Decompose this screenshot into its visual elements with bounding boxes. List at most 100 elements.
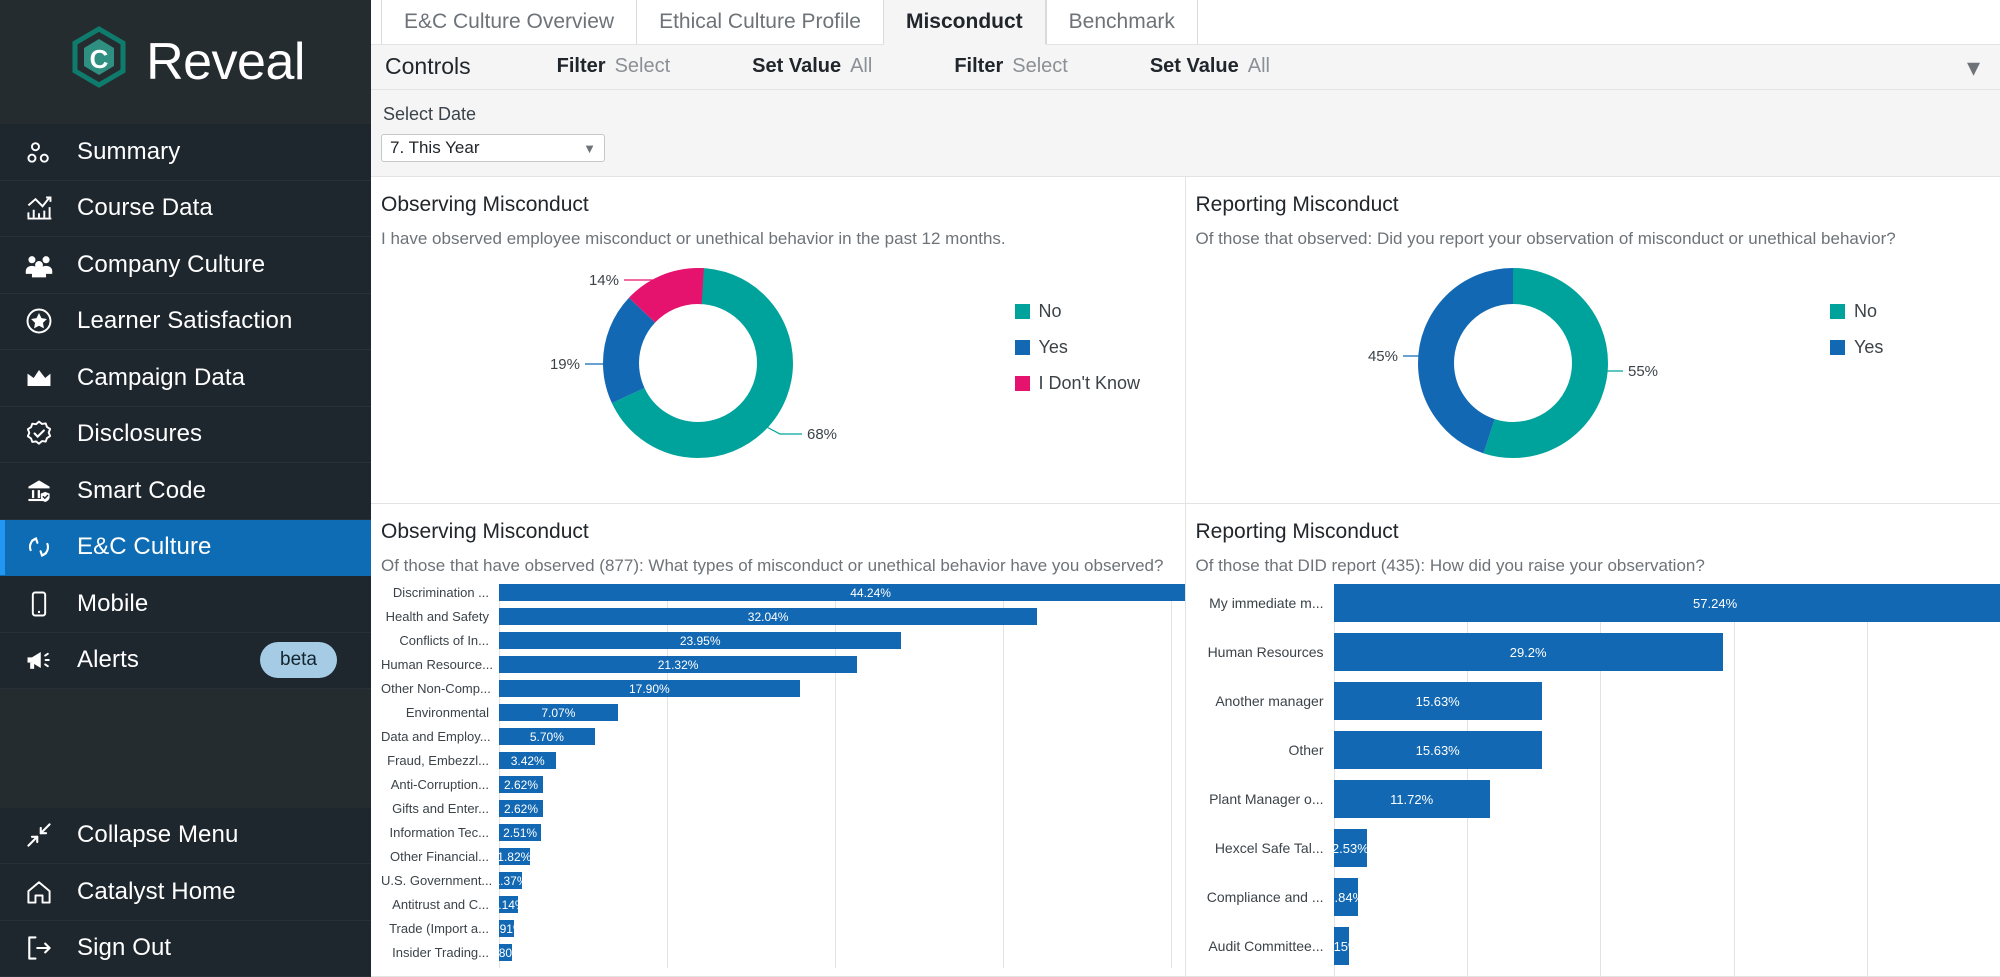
bar-fill[interactable]: 23.95% — [499, 632, 901, 649]
bar-fill[interactable]: 44.24% — [499, 584, 1186, 601]
bar-category-label: Human Resources — [1196, 644, 1334, 660]
bar-fill[interactable]: 2.51% — [499, 824, 541, 841]
bar-fill[interactable]: 5.70% — [499, 728, 595, 745]
bar-fill[interactable]: 3.42% — [499, 752, 556, 769]
bar-fill[interactable]: 2.53% — [1334, 829, 1368, 867]
bar-track: 1.15% — [1334, 927, 2000, 965]
bar-fill[interactable]: 29.2% — [1334, 633, 1723, 671]
legend-item[interactable]: I Don't Know — [1015, 373, 1185, 394]
bar-row[interactable]: Insider Trading...0.80% — [381, 944, 1185, 961]
bar-value-label: 7.07% — [541, 706, 575, 720]
bar-fill[interactable]: 57.24% — [1334, 584, 2000, 622]
refresh-cycle-icon — [22, 530, 56, 564]
sidebar-item-catalyst-home[interactable]: Catalyst Home — [0, 864, 371, 921]
beta-badge: beta — [260, 642, 337, 678]
legend-item[interactable]: No — [1830, 301, 2000, 322]
sidebar-item-course-data[interactable]: Course Data — [0, 181, 371, 238]
bar-fill[interactable]: 32.04% — [499, 608, 1037, 625]
bar-fill[interactable]: 2.62% — [499, 776, 543, 793]
bar-fill[interactable]: 15.63% — [1334, 682, 1542, 720]
bar-fill[interactable]: 15.63% — [1334, 731, 1542, 769]
bar-fill[interactable]: 1.82% — [499, 848, 530, 865]
bar-row[interactable]: Human Resource...21.32% — [381, 656, 1185, 673]
sidebar-item-smart-code[interactable]: Smart Code — [0, 463, 371, 520]
legend-item[interactable]: No — [1015, 301, 1185, 322]
bar-row[interactable]: Health and Safety32.04% — [381, 608, 1185, 625]
badge-check-icon — [22, 417, 56, 451]
set-value-key: Set Value — [1150, 55, 1239, 78]
bar-row[interactable]: Another manager15.63% — [1196, 682, 2000, 720]
bar-row[interactable]: Compliance and ...1.84% — [1196, 878, 2000, 916]
sidebar-item-ec-culture[interactable]: E&C Culture — [0, 520, 371, 577]
bar-row[interactable]: Other Financial...1.82% — [381, 848, 1185, 865]
bar-value-label: 44.24% — [850, 586, 891, 600]
tab-ethical-culture-profile[interactable]: Ethical Culture Profile — [636, 0, 883, 44]
sidebar-item-mobile[interactable]: Mobile — [0, 576, 371, 633]
controls-title: Controls — [385, 53, 471, 80]
bar-row[interactable]: Anti-Corruption...2.62% — [381, 776, 1185, 793]
bar-row[interactable]: Information Tec...2.51% — [381, 824, 1185, 841]
bar-value-label: 29.2% — [1510, 645, 1547, 660]
bar-row[interactable]: Gifts and Enter...2.62% — [381, 800, 1185, 817]
tab-benchmark[interactable]: Benchmark — [1046, 0, 1197, 44]
sidebar-nav: Summary Course Data — [0, 124, 371, 689]
bar-fill[interactable]: 21.32% — [499, 656, 857, 673]
bar-fill[interactable]: 1.14% — [499, 896, 518, 913]
bar-track: 2.62% — [499, 800, 1185, 817]
bar-row[interactable]: Fraud, Embezzl...3.42% — [381, 752, 1185, 769]
legend-item[interactable]: Yes — [1830, 337, 2000, 358]
legend-label: No — [1854, 301, 1877, 322]
sidebar-item-alerts[interactable]: Alerts beta — [0, 633, 371, 690]
bar-row[interactable]: Conflicts of In...23.95% — [381, 632, 1185, 649]
chevron-down-icon[interactable]: ▾ — [1967, 54, 1980, 80]
filter-value: Select — [615, 55, 671, 78]
tab-misconduct[interactable]: Misconduct — [883, 0, 1046, 45]
controls-bar: Controls Filter Select Set Value All Fil… — [371, 45, 2000, 90]
bar-row[interactable]: Data and Employ...5.70% — [381, 728, 1185, 745]
bar-row[interactable]: Audit Committee...1.15% — [1196, 927, 2000, 965]
bar-fill[interactable]: 0.80% — [499, 944, 512, 961]
filter-key: Filter — [954, 55, 1003, 78]
bar-row[interactable]: Antitrust and C...1.14% — [381, 896, 1185, 913]
bar-track: 11.72% — [1334, 780, 2000, 818]
filter-control-2[interactable]: Filter Select — [954, 55, 1068, 78]
sidebar-item-summary[interactable]: Summary — [0, 124, 371, 181]
tab-ec-culture-overview[interactable]: E&C Culture Overview — [381, 0, 636, 44]
legend-item[interactable]: Yes — [1015, 337, 1185, 358]
bar-row[interactable]: Plant Manager o...11.72% — [1196, 780, 2000, 818]
bar-fill[interactable]: 0.91% — [499, 920, 514, 937]
application-root: C Reveal Summary — [0, 0, 2000, 977]
sidebar-item-learner-satisfaction[interactable]: Learner Satisfaction — [0, 294, 371, 351]
bar-row[interactable]: My immediate m...57.24% — [1196, 584, 2000, 622]
bar-row[interactable]: Trade (Import a...0.91% — [381, 920, 1185, 937]
bar-row[interactable]: Human Resources 29.2% — [1196, 633, 2000, 671]
set-value-control-1[interactable]: Set Value All — [752, 55, 872, 78]
sidebar-item-disclosures[interactable]: Disclosures — [0, 407, 371, 464]
bar-value-label: 3.42% — [511, 754, 545, 768]
bar-row[interactable]: Hexcel Safe Tal...2.53% — [1196, 829, 2000, 867]
sidebar-item-campaign-data[interactable]: Campaign Data — [0, 350, 371, 407]
bar-row[interactable]: Other15.63% — [1196, 731, 2000, 769]
set-value-control-2[interactable]: Set Value All — [1150, 55, 1270, 78]
bar-row[interactable]: Environmental7.07% — [381, 704, 1185, 721]
bar-fill[interactable]: 1.15% — [1334, 927, 1349, 965]
select-date-dropdown[interactable]: 7. This Year ▼ — [381, 134, 605, 162]
bar-fill[interactable]: 17.90% — [499, 680, 800, 697]
bar-category-label: Other Financial... — [381, 849, 499, 864]
brand-logo[interactable]: C Reveal — [0, 0, 371, 124]
bar-row[interactable]: Other Non-Comp...17.90% — [381, 680, 1185, 697]
panel-observing-misconduct-bars: Observing Misconduct Of those that have … — [371, 504, 1186, 977]
bar-row[interactable]: Discrimination ...44.24% — [381, 584, 1185, 601]
filter-control-1[interactable]: Filter Select — [557, 55, 671, 78]
sidebar-item-sign-out[interactable]: Sign Out — [0, 921, 371, 977]
bar-fill[interactable]: 1.84% — [1334, 878, 1359, 916]
sidebar-item-company-culture[interactable]: Company Culture — [0, 237, 371, 294]
panel-subtitle: Of those that observed: Did you report y… — [1196, 229, 2000, 249]
bar-fill[interactable]: 1.37% — [499, 872, 522, 889]
bar-fill[interactable]: 2.62% — [499, 800, 543, 817]
bar-row[interactable]: U.S. Government...1.37% — [381, 872, 1185, 889]
bar-fill[interactable]: 7.07% — [499, 704, 618, 721]
sidebar-item-collapse-menu[interactable]: Collapse Menu — [0, 808, 371, 865]
bar-fill[interactable]: 11.72% — [1334, 780, 1490, 818]
dashboard-grid: Observing Misconduct I have observed emp… — [371, 177, 2000, 977]
